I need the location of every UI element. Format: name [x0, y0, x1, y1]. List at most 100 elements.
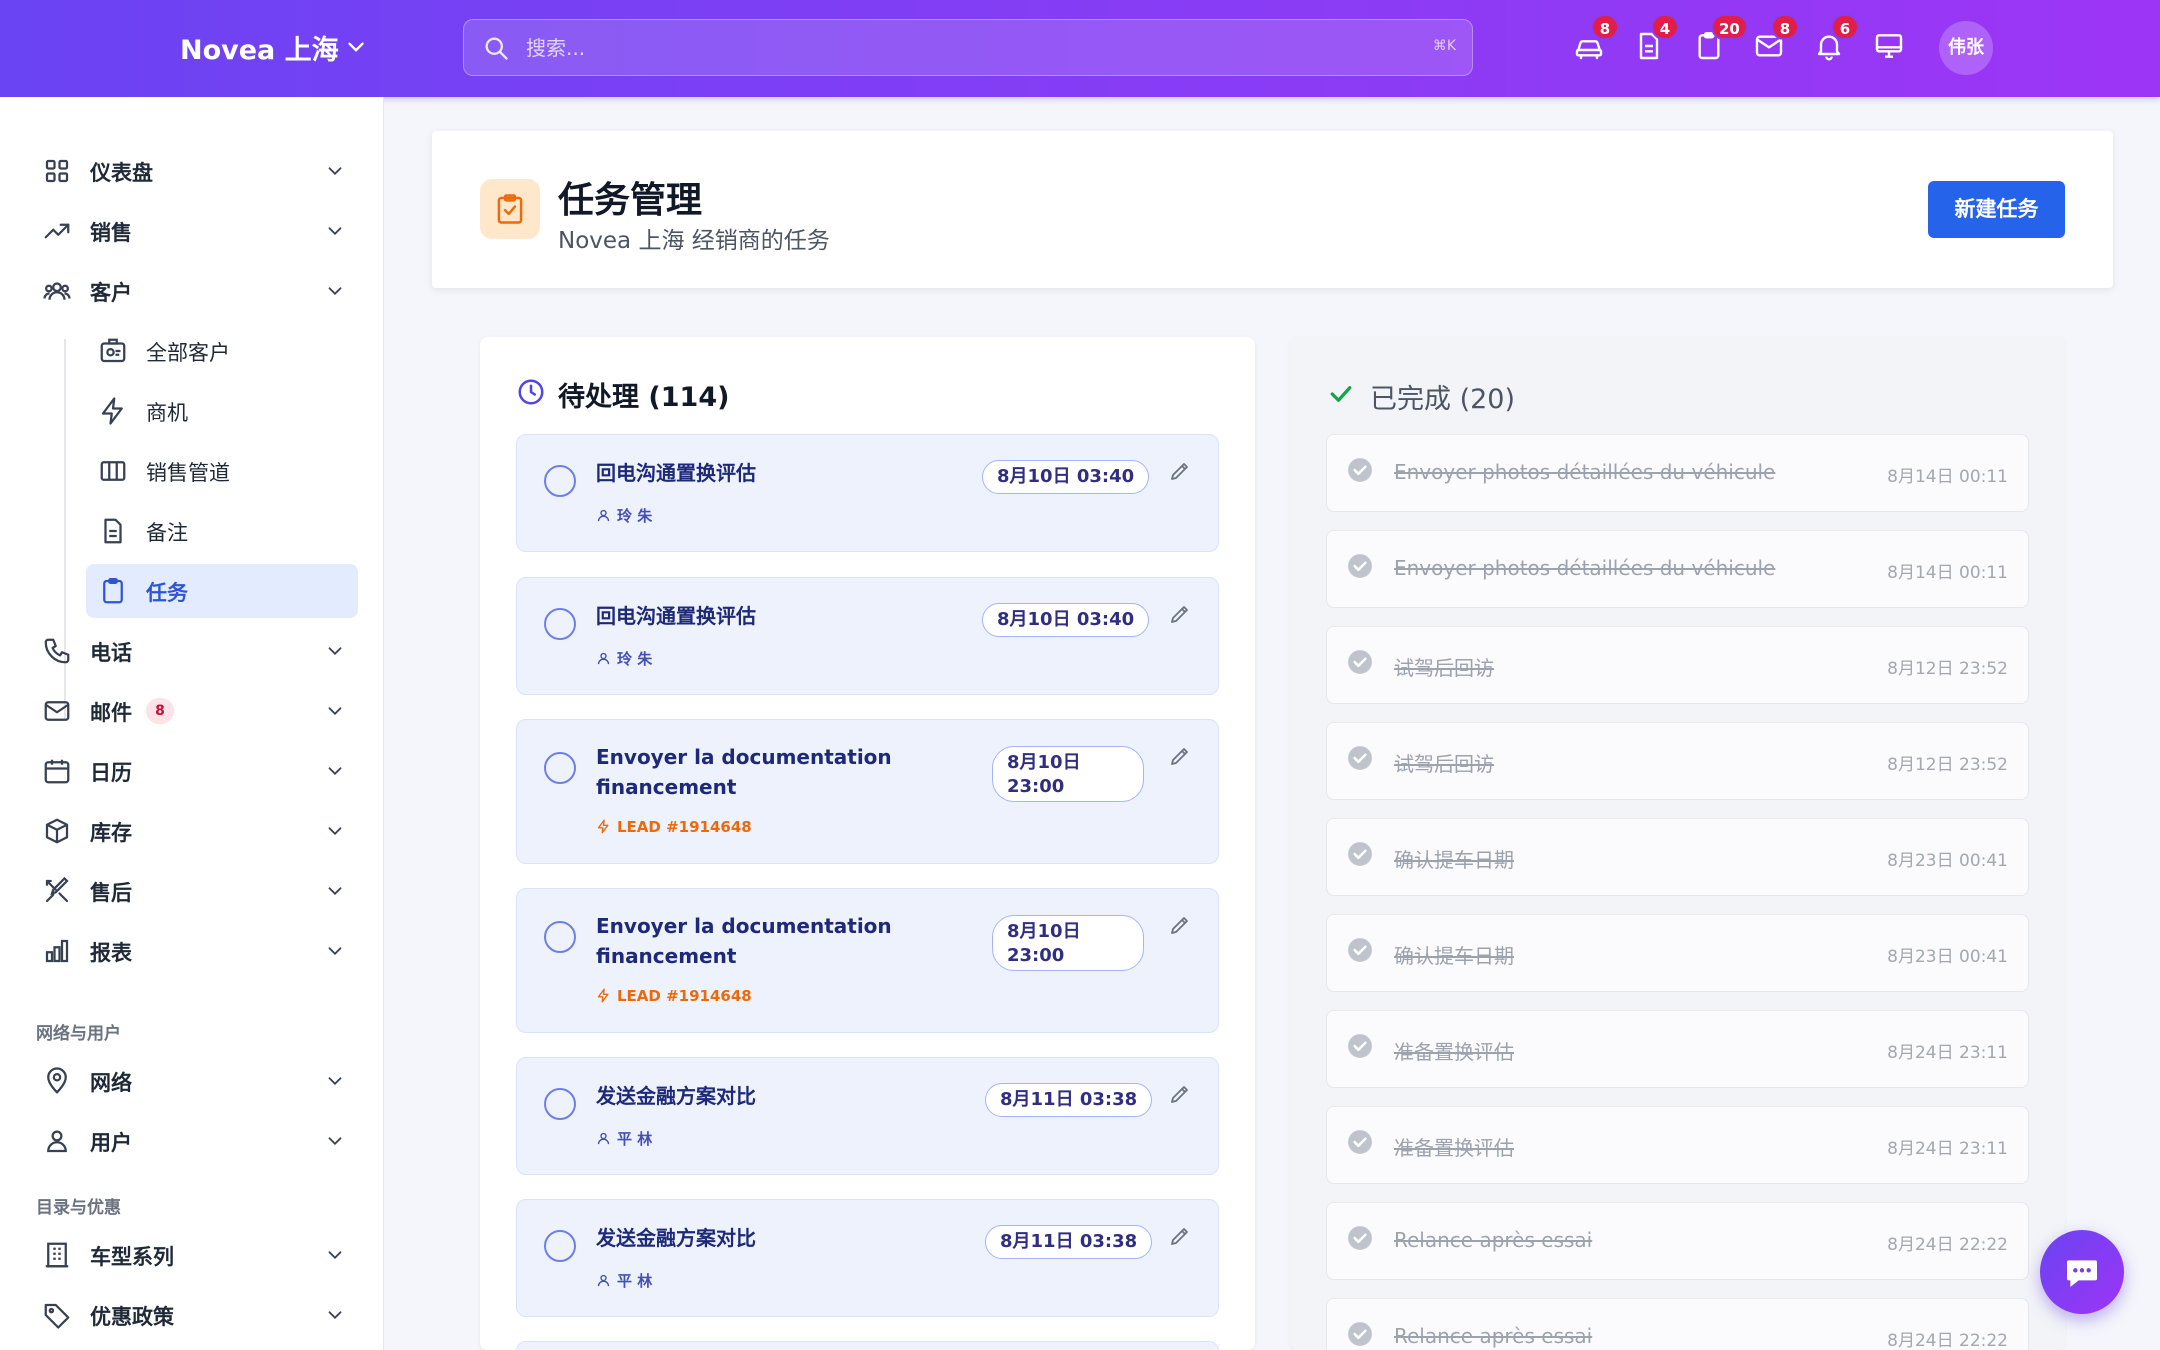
- check-circle-icon[interactable]: [1347, 1129, 1373, 1155]
- completed-task[interactable]: Relance après essai 8月24日 22:22: [1326, 1298, 2029, 1350]
- search-input[interactable]: [526, 30, 1376, 66]
- completed-task[interactable]: 试驾后回访 8月12日 23:52: [1326, 626, 2029, 704]
- sidebar-subitem-tasks[interactable]: 任务: [86, 564, 358, 618]
- note-icon: [104, 518, 122, 544]
- task-title: Envoyer la documentation financement: [596, 911, 892, 971]
- completed-task[interactable]: 准备置换评估 8月24日 23:11: [1326, 1106, 2029, 1184]
- check-circle-icon[interactable]: [1347, 457, 1373, 483]
- sidebar-item-sales[interactable]: 销售: [36, 204, 356, 258]
- sidebar-item-dashboard[interactable]: 仪表盘: [36, 144, 356, 198]
- complete-checkbox[interactable]: [544, 1088, 576, 1120]
- tasks-header-icon: [480, 179, 540, 239]
- task-assignee-name: 平 林: [617, 1272, 653, 1290]
- task-assignee: 玲 朱: [596, 648, 652, 669]
- sidebar-item-inventory[interactable]: 库存: [36, 804, 356, 858]
- task-lead-ref[interactable]: LEAD #1914648: [596, 987, 752, 1005]
- task-card[interactable]: 回电沟通置换评估 玲 朱 8月10日 03:40: [516, 577, 1219, 695]
- monitor-icon[interactable]: [1873, 30, 1909, 66]
- mail-icon[interactable]: 8: [1753, 14, 1799, 66]
- edit-pencil-icon[interactable]: [1168, 459, 1192, 483]
- completed-task[interactable]: 试驾后回访 8月12日 23:52: [1326, 722, 2029, 800]
- task-card[interactable]: 回电沟通置换评估 玲 朱 8月10日 03:40: [516, 434, 1219, 552]
- dealer-name[interactable]: Novea 上海: [180, 28, 339, 67]
- sidebar-item-users[interactable]: 用户: [36, 1114, 356, 1168]
- check-circle-icon[interactable]: [1347, 553, 1373, 579]
- task-card[interactable]: Envoyer la documentation financement LEAD…: [516, 719, 1219, 864]
- task-title: 发送金融方案对比: [596, 1226, 756, 1250]
- document-icon[interactable]: 4: [1633, 14, 1679, 66]
- tools-icon: [45, 876, 69, 903]
- task-card[interactable]: Envoyer la documentation financement LEAD…: [516, 888, 1219, 1033]
- sidebar-item-phone[interactable]: 电话: [36, 624, 356, 678]
- sidebar-item-models[interactable]: 车型系列: [36, 1228, 356, 1282]
- check-circle-icon[interactable]: [1347, 841, 1373, 867]
- task-card[interactable]: [516, 1341, 1219, 1350]
- task-card[interactable]: 发送金融方案对比 平 林 8月11日 03:38: [516, 1057, 1219, 1175]
- edit-pencil-icon[interactable]: [1168, 602, 1192, 626]
- complete-checkbox[interactable]: [544, 465, 576, 497]
- check-circle-icon[interactable]: [1347, 649, 1373, 675]
- task-card[interactable]: 发送金融方案对比 平 林 8月11日 03:38: [516, 1199, 1219, 1317]
- task-lead-ref[interactable]: LEAD #1914648: [596, 818, 752, 836]
- check-circle-icon[interactable]: [1347, 1033, 1373, 1059]
- sidebar-item-label: 报表: [90, 941, 132, 965]
- completed-task[interactable]: Envoyer photos détaillées du véhicule 8月…: [1326, 434, 2029, 512]
- completed-task[interactable]: 确认提车日期 8月23日 00:41: [1326, 818, 2029, 896]
- avatar[interactable]: 伟张: [1939, 21, 1993, 75]
- bell-badge: 6: [1831, 14, 1859, 40]
- check-circle-icon[interactable]: [1347, 1225, 1373, 1251]
- car-icon[interactable]: 8: [1573, 14, 1619, 66]
- completed-title: 已完成 (20): [1370, 384, 1516, 415]
- user-icon: [597, 1132, 610, 1145]
- new-task-button[interactable]: 新建任务: [1928, 181, 2065, 238]
- sidebar-item-network[interactable]: 网络: [36, 1054, 356, 1108]
- sidebar-subitem-leads[interactable]: 商机: [86, 384, 358, 438]
- bell-icon[interactable]: 6: [1813, 14, 1859, 66]
- sidebar-item-offers[interactable]: 优惠政策: [36, 1288, 356, 1342]
- check-circle-icon[interactable]: [1347, 937, 1373, 963]
- search-bar[interactable]: ⌘K: [463, 19, 1473, 76]
- sidebar-item-mail[interactable]: 邮件 8: [36, 684, 356, 738]
- sidebar-item-calendar[interactable]: 日历: [36, 744, 356, 798]
- sidebar-subitem-notes[interactable]: 备注: [86, 504, 358, 558]
- chevron-down-icon[interactable]: [343, 34, 369, 60]
- completed-task-title: 确认提车日期: [1394, 944, 1514, 968]
- sidebar-subitem-pipeline[interactable]: 销售管道: [86, 444, 358, 498]
- task-assignee: 玲 朱: [596, 505, 652, 526]
- check-circle-icon[interactable]: [1347, 1321, 1373, 1347]
- completed-task[interactable]: Envoyer photos détaillées du véhicule 8月…: [1326, 530, 2029, 608]
- complete-checkbox[interactable]: [544, 608, 576, 640]
- completed-task-date: 8月24日 22:22: [1887, 1235, 2008, 1255]
- sidebar-item-reports[interactable]: 报表: [36, 924, 356, 978]
- section-label-catalog-offers: 目录与优惠: [36, 1198, 121, 1218]
- completed-task[interactable]: 确认提车日期 8月23日 00:41: [1326, 914, 2029, 992]
- edit-pencil-icon[interactable]: [1168, 744, 1192, 768]
- task-due-time: 23:00: [1007, 776, 1065, 797]
- completed-task[interactable]: 准备置换评估 8月24日 23:11: [1326, 1010, 2029, 1088]
- sidebar-item-label: 车型系列: [90, 1245, 174, 1269]
- contact-card-icon: [100, 338, 126, 363]
- user-group-icon: [47, 1130, 67, 1153]
- complete-checkbox[interactable]: [544, 921, 576, 953]
- sidebar-item-label: 客户: [90, 281, 132, 305]
- task-assignee: 平 林: [596, 1270, 652, 1291]
- phone-icon: [44, 638, 70, 664]
- clipboard-icon[interactable]: 20: [1693, 14, 1748, 66]
- task-title: 回电沟通置换评估: [596, 461, 756, 485]
- sidebar-subitem-all-customers[interactable]: 全部客户: [86, 324, 358, 378]
- task-lead-id: LEAD #1914648: [617, 987, 752, 1005]
- task-assignee-name: 玲 朱: [617, 507, 653, 525]
- completed-task[interactable]: Relance après essai 8月24日 22:22: [1326, 1202, 2029, 1280]
- sidebar-item-customers[interactable]: 客户: [36, 264, 356, 318]
- sidebar-item-label: 邮件: [90, 701, 132, 725]
- chat-button[interactable]: [2040, 1230, 2124, 1314]
- complete-checkbox[interactable]: [544, 1230, 576, 1262]
- check-circle-icon[interactable]: [1347, 745, 1373, 771]
- edit-pencil-icon[interactable]: [1168, 913, 1192, 937]
- edit-pencil-icon[interactable]: [1168, 1224, 1192, 1248]
- sidebar-item-label: 电话: [90, 641, 132, 665]
- complete-checkbox[interactable]: [544, 752, 576, 784]
- sidebar-item-after-sales[interactable]: 售后: [36, 864, 356, 918]
- completed-task-title: Envoyer photos détaillées du véhicule: [1394, 556, 1776, 580]
- edit-pencil-icon[interactable]: [1168, 1082, 1192, 1106]
